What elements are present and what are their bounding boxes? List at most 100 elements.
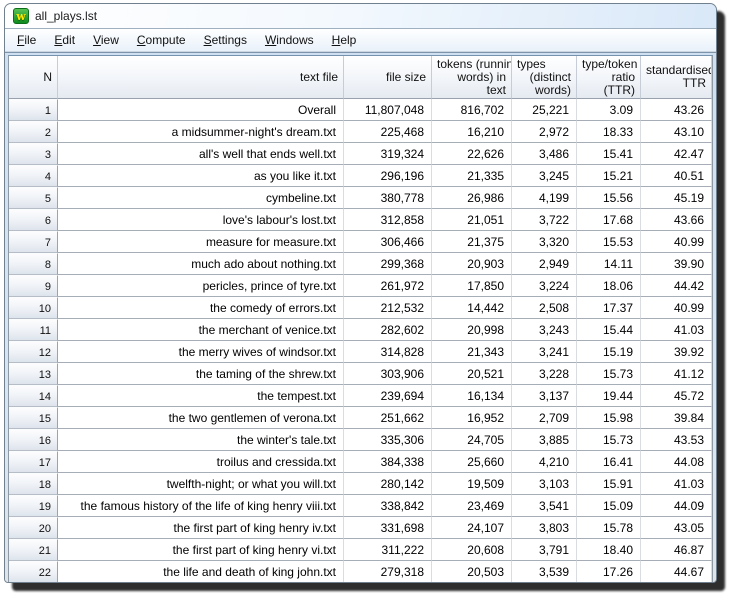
cell-file-size[interactable]: 319,324 [344, 143, 432, 165]
row-number[interactable]: 7 [9, 231, 58, 253]
cell-standardised-ttr[interactable]: 45.72 [641, 385, 712, 407]
wordsmith-app-icon[interactable]: w [13, 8, 29, 24]
cell-types[interactable]: 3,228 [512, 363, 577, 385]
cell-file-size[interactable]: 331,698 [344, 517, 432, 539]
cell-text-file[interactable]: love's labour's lost.txt [58, 209, 344, 231]
cell-types[interactable]: 3,320 [512, 231, 577, 253]
cell-standardised-ttr[interactable]: 43.05 [641, 517, 712, 539]
column-header-type-token-ratio[interactable]: type/tokenratio(TTR) [577, 56, 641, 99]
cell-standardised-ttr[interactable]: 43.10 [641, 121, 712, 143]
cell-file-size[interactable]: 384,338 [344, 451, 432, 473]
row-number[interactable]: 6 [9, 209, 58, 231]
cell-text-file[interactable]: as you like it.txt [58, 165, 344, 187]
column-header-file-size[interactable]: file size [344, 56, 432, 99]
menu-help[interactable]: Help [323, 30, 366, 50]
cell-file-size[interactable]: 306,466 [344, 231, 432, 253]
cell-text-file[interactable]: the first part of king henry vi.txt [58, 539, 344, 561]
cell-type-token-ratio[interactable]: 17.68 [577, 209, 641, 231]
cell-types[interactable]: 3,486 [512, 143, 577, 165]
cell-tokens-in-text[interactable]: 21,375 [432, 231, 512, 253]
cell-file-size[interactable]: 311,222 [344, 539, 432, 561]
cell-tokens-in-text[interactable]: 21,051 [432, 209, 512, 231]
cell-text-file[interactable]: twelfth-night; or what you will.txt [58, 473, 344, 495]
cell-text-file[interactable]: troilus and cressida.txt [58, 451, 344, 473]
cell-tokens-in-text[interactable]: 23,469 [432, 495, 512, 517]
cell-tokens-in-text[interactable]: 20,903 [432, 253, 512, 275]
cell-file-size[interactable]: 225,468 [344, 121, 432, 143]
cell-file-size[interactable]: 314,828 [344, 341, 432, 363]
cell-types[interactable]: 2,949 [512, 253, 577, 275]
cell-text-file[interactable]: the comedy of errors.txt [58, 297, 344, 319]
cell-type-token-ratio[interactable]: 15.98 [577, 407, 641, 429]
cell-type-token-ratio[interactable]: 16.41 [577, 451, 641, 473]
cell-tokens-in-text[interactable]: 20,521 [432, 363, 512, 385]
cell-standardised-ttr[interactable]: 43.53 [641, 429, 712, 451]
cell-type-token-ratio[interactable]: 15.53 [577, 231, 641, 253]
cell-text-file[interactable]: measure for measure.txt [58, 231, 344, 253]
cell-types[interactable]: 3,722 [512, 209, 577, 231]
row-number[interactable]: 11 [9, 319, 58, 341]
row-number[interactable]: 1 [9, 99, 58, 121]
cell-type-token-ratio[interactable]: 15.73 [577, 363, 641, 385]
menu-view[interactable]: View [84, 30, 128, 50]
row-number[interactable]: 9 [9, 275, 58, 297]
row-number[interactable]: 4 [9, 165, 58, 187]
column-header-standardised-ttr[interactable]: standardisedTTR [641, 56, 712, 99]
cell-standardised-ttr[interactable]: 44.08 [641, 451, 712, 473]
cell-types[interactable]: 3,103 [512, 473, 577, 495]
cell-type-token-ratio[interactable]: 18.33 [577, 121, 641, 143]
cell-file-size[interactable]: 312,858 [344, 209, 432, 231]
cell-text-file[interactable]: the merchant of venice.txt [58, 319, 344, 341]
row-number[interactable]: 13 [9, 363, 58, 385]
cell-tokens-in-text[interactable]: 25,660 [432, 451, 512, 473]
cell-text-file[interactable]: cymbeline.txt [58, 187, 344, 209]
cell-file-size[interactable]: 279,318 [344, 561, 432, 582]
cell-file-size[interactable]: 296,196 [344, 165, 432, 187]
row-number[interactable]: 20 [9, 517, 58, 539]
cell-type-token-ratio[interactable]: 18.06 [577, 275, 641, 297]
cell-tokens-in-text[interactable]: 17,850 [432, 275, 512, 297]
cell-type-token-ratio[interactable]: 17.37 [577, 297, 641, 319]
cell-tokens-in-text[interactable]: 21,335 [432, 165, 512, 187]
cell-text-file[interactable]: pericles, prince of tyre.txt [58, 275, 344, 297]
cell-types[interactable]: 3,791 [512, 539, 577, 561]
row-number[interactable]: 17 [9, 451, 58, 473]
cell-types[interactable]: 3,137 [512, 385, 577, 407]
cell-types[interactable]: 3,245 [512, 165, 577, 187]
column-header-text-file[interactable]: text file [58, 56, 344, 99]
menu-file[interactable]: File [8, 30, 45, 50]
row-number[interactable]: 2 [9, 121, 58, 143]
cell-type-token-ratio[interactable]: 18.40 [577, 539, 641, 561]
cell-file-size[interactable]: 11,807,048 [344, 99, 432, 121]
cell-standardised-ttr[interactable]: 40.99 [641, 297, 712, 319]
cell-types[interactable]: 3,243 [512, 319, 577, 341]
cell-tokens-in-text[interactable]: 16,952 [432, 407, 512, 429]
cell-text-file[interactable]: Overall [58, 99, 344, 121]
cell-file-size[interactable]: 280,142 [344, 473, 432, 495]
menu-compute[interactable]: Compute [128, 30, 195, 50]
cell-types[interactable]: 3,539 [512, 561, 577, 582]
row-number[interactable]: 22 [9, 561, 58, 582]
cell-standardised-ttr[interactable]: 44.67 [641, 561, 712, 582]
cell-file-size[interactable]: 212,532 [344, 297, 432, 319]
cell-type-token-ratio[interactable]: 15.73 [577, 429, 641, 451]
cell-type-token-ratio[interactable]: 15.19 [577, 341, 641, 363]
cell-type-token-ratio[interactable]: 3.09 [577, 99, 641, 121]
row-number[interactable]: 3 [9, 143, 58, 165]
cell-standardised-ttr[interactable]: 42.47 [641, 143, 712, 165]
row-number[interactable]: 10 [9, 297, 58, 319]
menu-settings[interactable]: Settings [195, 30, 256, 50]
cell-tokens-in-text[interactable]: 24,107 [432, 517, 512, 539]
cell-tokens-in-text[interactable]: 26,986 [432, 187, 512, 209]
cell-standardised-ttr[interactable]: 44.42 [641, 275, 712, 297]
cell-standardised-ttr[interactable]: 46.87 [641, 539, 712, 561]
cell-file-size[interactable]: 299,368 [344, 253, 432, 275]
column-header-n[interactable]: N [9, 56, 58, 99]
cell-type-token-ratio[interactable]: 15.09 [577, 495, 641, 517]
cell-types[interactable]: 3,885 [512, 429, 577, 451]
cell-standardised-ttr[interactable]: 41.12 [641, 363, 712, 385]
cell-types[interactable]: 2,508 [512, 297, 577, 319]
cell-tokens-in-text[interactable]: 20,608 [432, 539, 512, 561]
cell-type-token-ratio[interactable]: 15.78 [577, 517, 641, 539]
menu-edit[interactable]: Edit [45, 30, 84, 50]
